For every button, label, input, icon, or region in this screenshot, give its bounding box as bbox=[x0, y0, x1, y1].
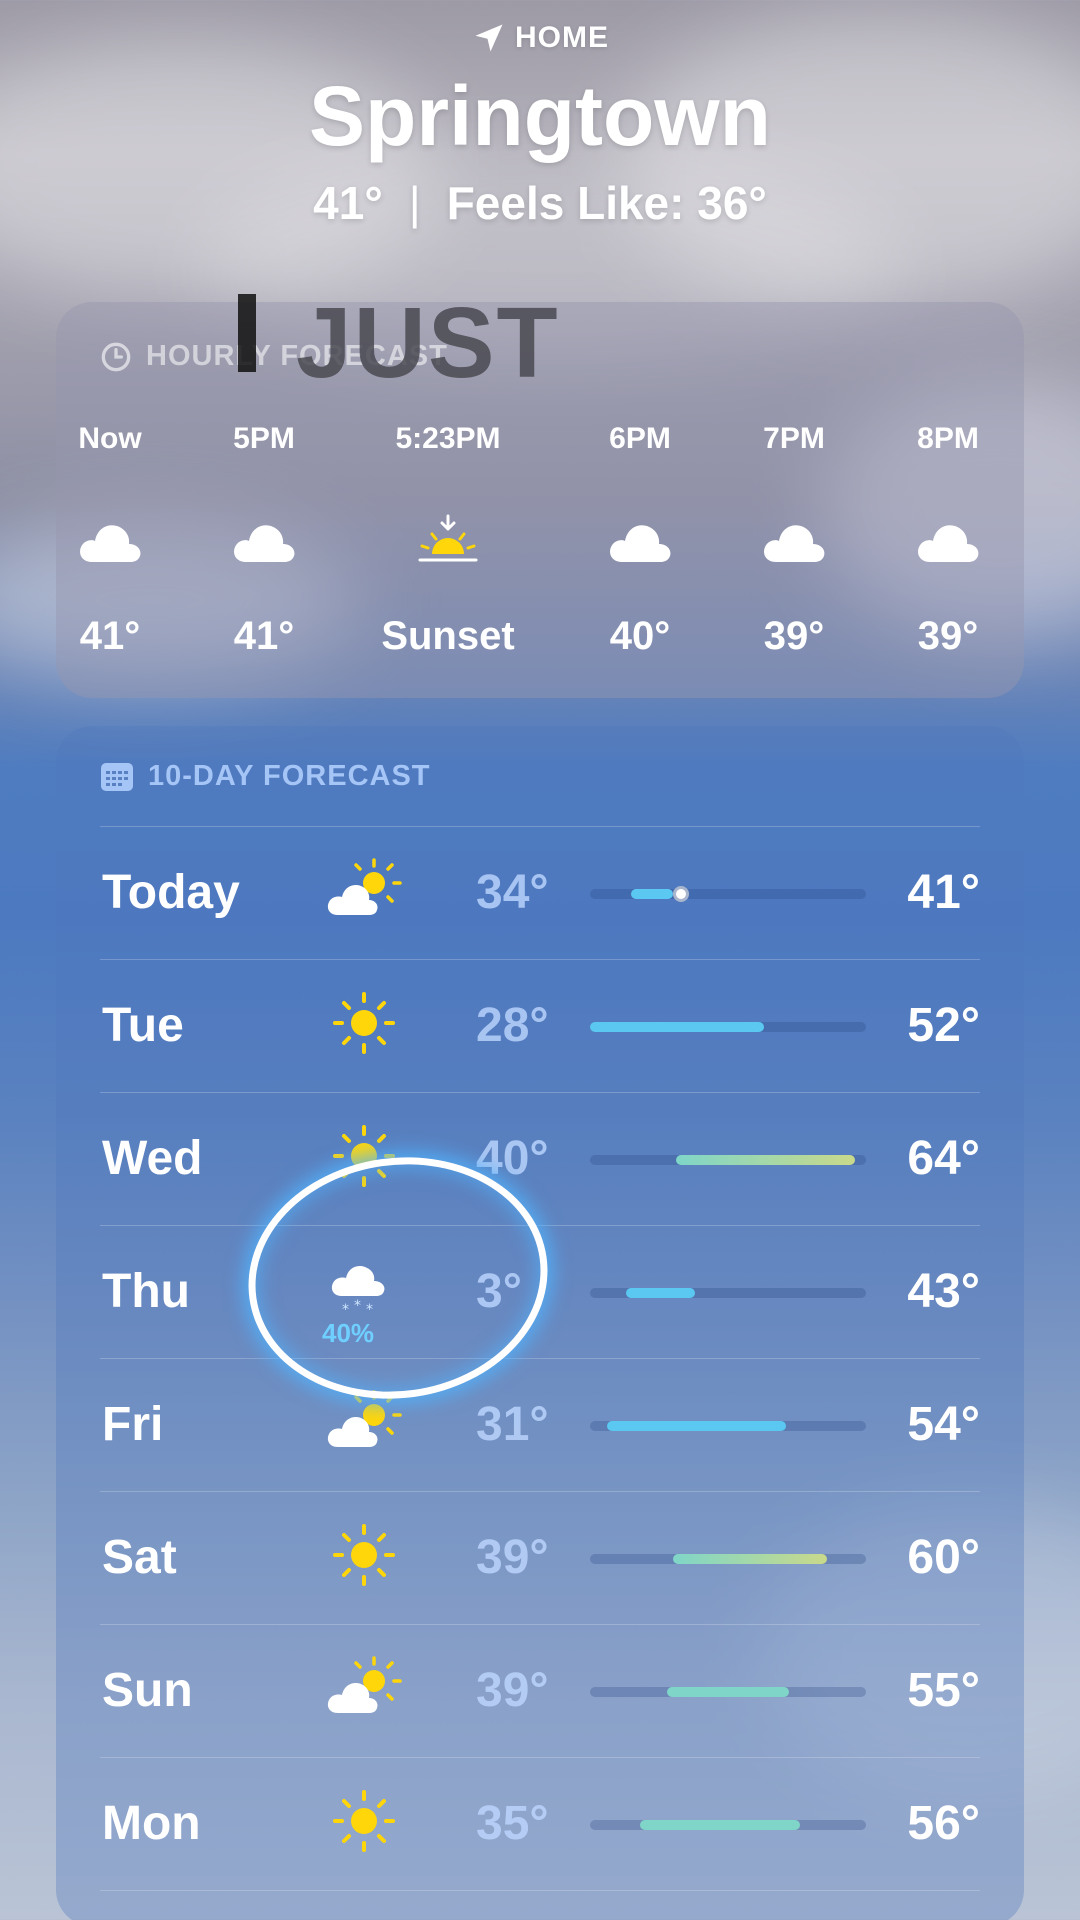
high-temp: 52° bbox=[907, 999, 980, 1052]
temp-range-bar bbox=[590, 1554, 866, 1564]
high-temp: 64° bbox=[907, 1132, 980, 1185]
temp-range-bar bbox=[590, 1288, 866, 1298]
overlay-caption: JUST bbox=[238, 286, 560, 401]
hourly-value: 41° bbox=[233, 614, 295, 658]
feels-like: Feels Like: 36° bbox=[446, 177, 767, 229]
current-temp-dot bbox=[673, 886, 690, 902]
low-temp: 34° bbox=[476, 866, 549, 919]
row-divider bbox=[100, 1890, 980, 1891]
temp-range-bar bbox=[590, 1421, 866, 1431]
hourly-value: 39° bbox=[917, 614, 979, 658]
hourly-time: 8PM bbox=[917, 422, 979, 455]
hourly-value: 40° bbox=[609, 614, 671, 658]
caption-text: JUST bbox=[296, 287, 560, 399]
day-label: Today bbox=[102, 866, 240, 919]
sun-icon bbox=[324, 1786, 404, 1856]
caption-bar bbox=[238, 294, 256, 372]
low-temp: 31° bbox=[476, 1398, 549, 1451]
temp-range-fill bbox=[590, 1022, 764, 1032]
day-row[interactable]: Sun 39° 55° bbox=[56, 1625, 1024, 1757]
sun-icon bbox=[324, 1520, 404, 1590]
cloud-icon bbox=[230, 514, 298, 568]
cloud-icon bbox=[914, 514, 982, 568]
day-row[interactable]: Wed 40° 64° bbox=[56, 1093, 1024, 1225]
temp-range-fill bbox=[675, 1155, 855, 1165]
day-label: Tue bbox=[102, 999, 184, 1052]
temp-range-fill bbox=[606, 1421, 786, 1431]
temp-separator: | bbox=[408, 177, 421, 229]
hourly-value: Sunset bbox=[381, 614, 515, 658]
day-label: Thu bbox=[102, 1265, 190, 1318]
day-row[interactable]: Today 34° 41° bbox=[56, 827, 1024, 959]
cloud-icon bbox=[76, 514, 144, 568]
day-row[interactable]: Tue 28° 52° bbox=[56, 960, 1024, 1092]
sun-icon bbox=[324, 988, 404, 1058]
hourly-value: 39° bbox=[763, 614, 825, 658]
hourly-time: 7PM bbox=[763, 422, 825, 455]
day-label: Sun bbox=[102, 1664, 193, 1717]
day-row[interactable]: Mon 35° 56° bbox=[56, 1758, 1024, 1890]
low-temp: 39° bbox=[476, 1664, 549, 1717]
hourly-strip[interactable]: Now 41° 5PM 41° 5:23PM Sunset 6PM 40° 7PM 39° 8PM 3… bbox=[56, 422, 1024, 682]
hourly-time: 5PM bbox=[233, 422, 295, 455]
day-row[interactable]: Sat 39° 60° bbox=[56, 1492, 1024, 1624]
temp-range-fill bbox=[639, 1820, 800, 1830]
current-temp: 41° bbox=[313, 177, 383, 229]
day-row[interactable]: Fri 31° 54° bbox=[56, 1359, 1024, 1491]
low-temp: 35° bbox=[476, 1797, 549, 1850]
home-label: HOME bbox=[515, 21, 609, 54]
day-label: Sat bbox=[102, 1531, 177, 1584]
high-temp: 43° bbox=[907, 1265, 980, 1318]
day-label: Fri bbox=[102, 1398, 164, 1451]
high-temp: 54° bbox=[907, 1398, 980, 1451]
temp-range-bar bbox=[590, 886, 866, 902]
high-temp: 60° bbox=[907, 1531, 980, 1584]
hourly-time: 5:23PM bbox=[395, 422, 501, 455]
low-temp: 39° bbox=[476, 1531, 549, 1584]
hourly-time: 6PM bbox=[609, 422, 671, 455]
sunset-icon bbox=[414, 514, 482, 568]
temp-range-fill bbox=[625, 1288, 695, 1298]
low-temp: 28° bbox=[476, 999, 549, 1052]
temp-range-bar bbox=[590, 1155, 866, 1165]
ten-day-forecast-card[interactable]: 10-DAY FORECAST Today 34° 41° Tue 28° 52° Wed 4… bbox=[56, 726, 1024, 1920]
home-label-row: HOME bbox=[0, 20, 1080, 56]
temp-range-fill bbox=[672, 1554, 828, 1564]
cloud-icon bbox=[606, 514, 674, 568]
calendar-icon bbox=[101, 762, 133, 791]
temp-range-fill bbox=[631, 889, 673, 899]
partly-cloudy-icon bbox=[324, 1653, 404, 1723]
hourly-value: 41° bbox=[79, 614, 141, 658]
high-temp: 56° bbox=[907, 1797, 980, 1850]
day-label: Mon bbox=[102, 1797, 201, 1850]
partly-cloudy-icon bbox=[324, 855, 404, 925]
hourly-time: Now bbox=[78, 422, 142, 455]
high-temp: 55° bbox=[907, 1664, 980, 1717]
day-label: Wed bbox=[102, 1132, 203, 1185]
cloud-icon bbox=[760, 514, 828, 568]
clock-icon bbox=[101, 342, 131, 371]
temp-range-bar bbox=[590, 1022, 866, 1032]
current-conditions: 41° | Feels Like: 36° bbox=[0, 176, 1080, 230]
location-arrow-icon bbox=[475, 24, 503, 52]
city-name: Springtown bbox=[309, 69, 771, 163]
temp-range-bar bbox=[590, 1687, 866, 1697]
ten-day-title-text: 10-DAY FORECAST bbox=[148, 760, 431, 792]
temp-range-fill bbox=[667, 1687, 789, 1697]
high-temp: 41° bbox=[907, 866, 980, 919]
ten-day-forecast-title: 10-DAY FORECAST bbox=[100, 760, 431, 793]
temp-range-bar bbox=[590, 1820, 866, 1830]
